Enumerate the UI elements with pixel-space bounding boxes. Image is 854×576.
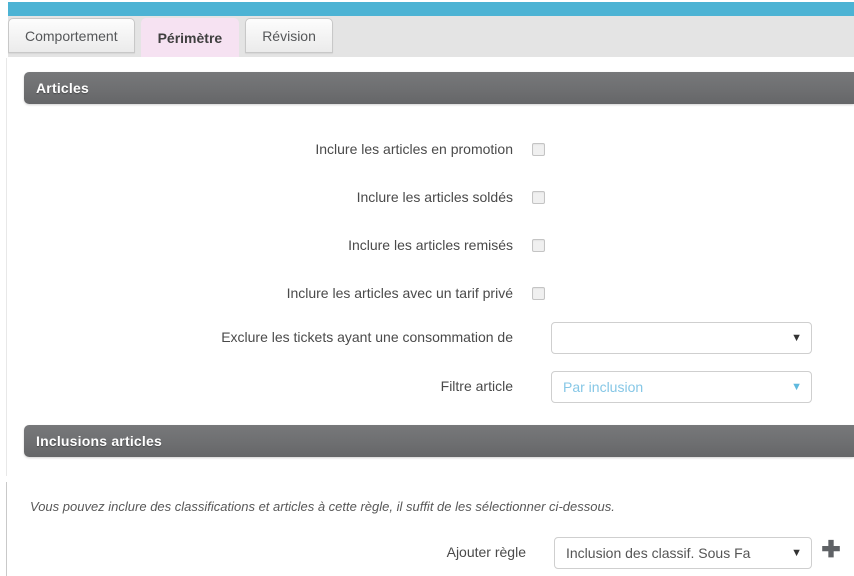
form-row-remises: Inclure les articles remisés (0, 237, 854, 253)
select-filtre-article[interactable]: Par inclusion ▼ (551, 371, 812, 403)
page-root: Comportement Périmètre Révision Articles… (0, 0, 854, 576)
label-ajouter-regle: Ajouter règle (446, 544, 526, 560)
form-row-tarif-prive: Inclure les articles avec un tarif privé (0, 285, 854, 301)
select-ajouter-regle[interactable]: Inclusion des classif. Sous Fa ▼ (554, 537, 812, 569)
label-exclure-consommation: Exclure les tickets ayant une consommati… (221, 329, 513, 345)
left-divider-lower (6, 482, 7, 576)
chevron-down-icon: ▼ (791, 546, 802, 559)
checkbox-inclure-tarif-prive[interactable] (532, 286, 545, 300)
top-accent-bar (8, 2, 854, 16)
label-inclure-promotion: Inclure les articles en promotion (315, 141, 513, 157)
tab-perimetre-label: Périmètre (157, 29, 223, 46)
tab-comportement[interactable]: Comportement (8, 18, 135, 53)
select-filtre-article-value: Par inclusion (563, 379, 644, 395)
tab-perimetre[interactable]: Périmètre (140, 18, 240, 57)
tab-bar: Comportement Périmètre Révision (8, 18, 339, 57)
inclusions-helper-text: Vous pouvez inclure des classifications … (30, 499, 615, 514)
checkbox-inclure-promotion[interactable] (532, 142, 545, 156)
label-inclure-tarif-prive: Inclure les articles avec un tarif privé (286, 285, 513, 301)
plus-icon-add-rule-button[interactable]: ✚ (820, 537, 842, 560)
checkbox-inclure-soldes[interactable] (532, 190, 545, 204)
form-row-soldes: Inclure les articles soldés (0, 189, 854, 205)
section-header-articles: Articles (24, 72, 854, 104)
select-consommation[interactable]: ▼ (551, 322, 812, 354)
section-header-inclusions-articles: Inclusions articles (24, 425, 854, 457)
label-filtre-article: Filtre article (440, 378, 513, 394)
section-title-inclusions-articles: Inclusions articles (36, 433, 162, 449)
tab-revision-label: Révision (262, 27, 316, 44)
chevron-down-icon: ▼ (791, 331, 802, 344)
chevron-down-icon: ▼ (791, 380, 802, 393)
checkbox-inclure-remises[interactable] (532, 238, 545, 252)
tab-comportement-label: Comportement (25, 27, 118, 44)
section-title-articles: Articles (36, 80, 89, 96)
tab-revision[interactable]: Révision (245, 18, 333, 53)
left-divider-upper (6, 58, 7, 476)
label-inclure-soldes: Inclure les articles soldés (356, 189, 513, 205)
select-ajouter-regle-value: Inclusion des classif. Sous Fa (566, 545, 751, 561)
form-row-promotion: Inclure les articles en promotion (0, 141, 854, 157)
label-inclure-remises: Inclure les articles remisés (348, 237, 513, 253)
